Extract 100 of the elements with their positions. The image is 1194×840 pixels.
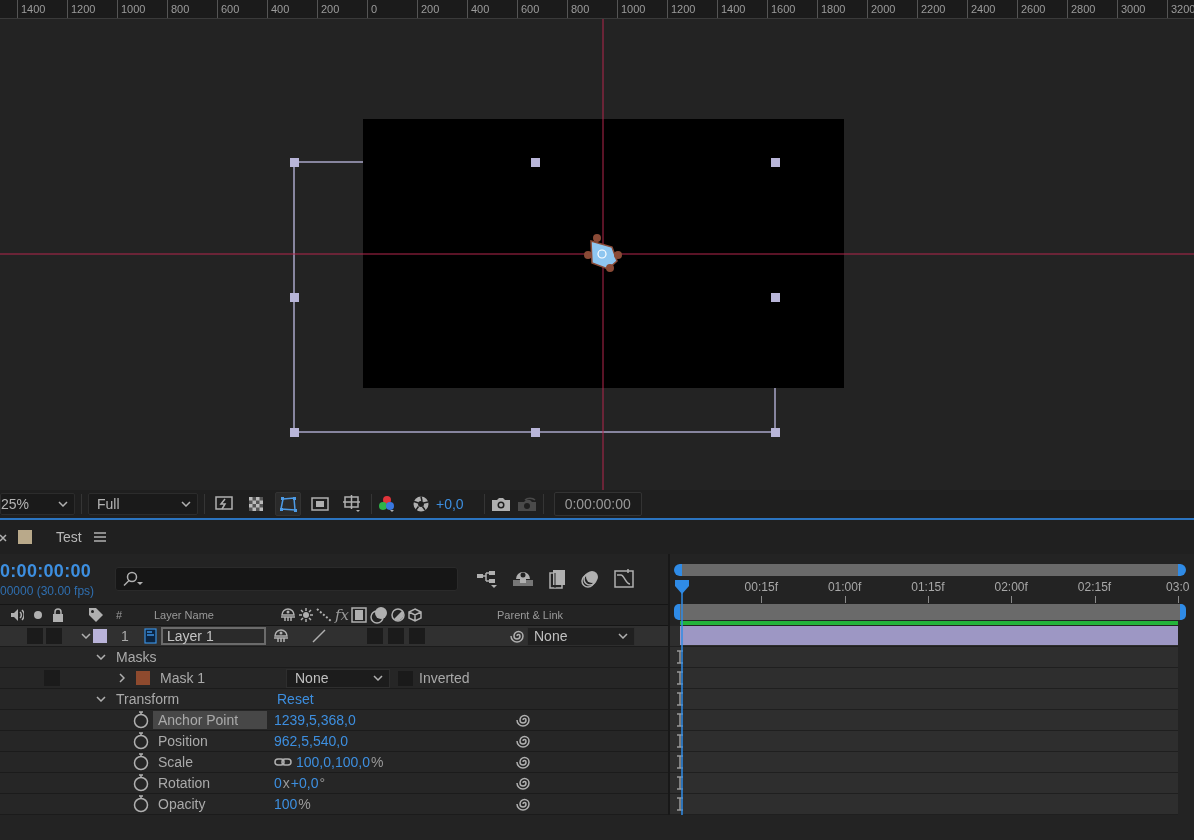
pick-whip-icon[interactable] [515, 712, 531, 728]
quality-icon[interactable] [311, 628, 327, 644]
timecode-field[interactable]: 0:00:00:00 [553, 492, 642, 516]
caret-icon[interactable] [81, 633, 91, 639]
property-value[interactable]: 1239,5,368,0 [274, 712, 356, 728]
in-point-icon [676, 755, 684, 769]
pick-whip-icon[interactable] [515, 796, 531, 812]
transparency-grid-icon [248, 496, 264, 512]
property-value[interactable]: 100,0,100,0 [296, 754, 370, 770]
close-icon[interactable] [0, 532, 8, 542]
region-of-interest-icon [311, 497, 329, 511]
time-ruler-label: 01:15f [911, 580, 945, 594]
ruler-label: 600 [221, 3, 240, 15]
frame-blending-icon[interactable] [351, 607, 367, 623]
label-tag-icon[interactable] [88, 607, 104, 623]
pick-whip-icon[interactable] [515, 754, 531, 770]
in-point-icon [676, 797, 684, 811]
ruler-label: 2200 [921, 3, 946, 15]
property-name[interactable]: Scale [153, 753, 267, 771]
lock-icon[interactable] [52, 608, 64, 622]
transform-handle[interactable] [531, 428, 540, 437]
transform-handle[interactable] [290, 428, 299, 437]
mask-mode-dropdown[interactable]: None [286, 668, 390, 688]
transform-handle[interactable] [290, 293, 299, 302]
playhead-icon[interactable] [674, 580, 690, 815]
property-name[interactable]: Opacity [153, 795, 267, 813]
ruler-label: 1200 [71, 3, 96, 15]
layer-name-field[interactable]: Layer 1 [161, 627, 266, 645]
aperture-icon[interactable] [412, 495, 430, 513]
in-point-icon [676, 713, 684, 727]
column-header: Parent & Link [497, 609, 564, 621]
ruler-label: 1400 [721, 3, 746, 15]
guide-line[interactable] [602, 19, 604, 490]
film-frames-icon[interactable] [548, 569, 566, 589]
unit-label: x [282, 775, 290, 791]
in-point-icon [676, 734, 684, 748]
transform-handle[interactable] [290, 158, 299, 167]
property-value[interactable]: 962,5,540,0 [274, 733, 348, 749]
exposure-value[interactable]: +0,0 [436, 496, 464, 512]
property-value[interactable]: 100 [274, 796, 298, 812]
grid-guides-icon [343, 495, 361, 513]
transform-handle[interactable] [771, 428, 780, 437]
ruler-label: 2400 [971, 3, 996, 15]
stopwatch-icon[interactable] [133, 774, 149, 792]
in-point-icon [676, 776, 684, 790]
in-point-icon [676, 671, 684, 685]
color-channels-icon[interactable] [378, 495, 396, 513]
cube-icon[interactable] [408, 608, 422, 622]
graph-editor-icon[interactable] [614, 569, 634, 589]
ruler-label: 2800 [1071, 3, 1096, 15]
caret-icon[interactable] [119, 673, 125, 683]
reset-link[interactable]: Reset [277, 691, 314, 707]
column-header: Layer Name [154, 609, 215, 621]
property-name[interactable]: Anchor Point [153, 711, 267, 729]
caret-icon[interactable] [96, 696, 106, 702]
time-ruler-label: 03:0 [1166, 580, 1190, 594]
current-timecode[interactable]: 0:00:00:00 [0, 560, 110, 582]
stopwatch-icon[interactable] [133, 753, 149, 771]
transform-handle[interactable] [531, 158, 540, 167]
shy-icon[interactable] [280, 608, 296, 622]
transform-handle[interactable] [771, 158, 780, 167]
property-value[interactable]: 0 [274, 775, 282, 791]
shy-layers-icon[interactable] [512, 570, 534, 588]
shy-icon[interactable] [273, 629, 289, 643]
property-value[interactable]: +0,0 [290, 775, 319, 791]
property-name[interactable]: Position [153, 732, 267, 750]
flowchart-icon[interactable] [476, 569, 498, 589]
solo-icon[interactable] [33, 610, 43, 620]
stopwatch-icon[interactable] [133, 711, 149, 729]
link-icon[interactable] [274, 757, 292, 767]
circles-icon[interactable] [580, 569, 600, 589]
pick-whip-icon[interactable] [509, 628, 525, 644]
caret-icon[interactable] [96, 654, 106, 660]
frame-info: 00000 (30.00 fps) [0, 583, 96, 598]
quality-icon[interactable] [316, 608, 332, 622]
property-name[interactable]: Rotation [153, 774, 267, 792]
collapse-icon[interactable] [299, 608, 313, 622]
search-field[interactable] [115, 567, 458, 591]
resolution-dropdown[interactable]: Full [88, 493, 198, 515]
composition-tab[interactable]: Test [56, 529, 82, 545]
ruler-label: 1000 [621, 3, 646, 15]
mask-path-button[interactable] [275, 492, 301, 516]
motion-blur-icon[interactable] [370, 606, 388, 624]
speaker-icon[interactable] [10, 608, 24, 622]
parent-dropdown[interactable]: None [527, 626, 635, 646]
menu-icon[interactable] [93, 532, 106, 542]
time-ruler-label: 02:15f [1077, 580, 1112, 594]
mask-label: Mask 1 [160, 670, 207, 686]
stopwatch-icon[interactable] [133, 795, 149, 813]
adjustment-layer-icon[interactable] [391, 608, 405, 622]
pick-whip-icon[interactable] [515, 775, 531, 791]
mask-color-swatch[interactable] [136, 671, 150, 685]
pick-whip-icon[interactable] [515, 733, 531, 749]
zoom-dropdown[interactable]: 25% [0, 493, 75, 515]
layer-anchor-drawing[interactable] [584, 234, 622, 272]
camera-icon[interactable] [490, 496, 511, 512]
ruler-label: 400 [271, 3, 290, 15]
stopwatch-icon[interactable] [133, 732, 149, 750]
transform-handle[interactable] [771, 293, 780, 302]
label-color-swatch[interactable] [93, 629, 107, 643]
